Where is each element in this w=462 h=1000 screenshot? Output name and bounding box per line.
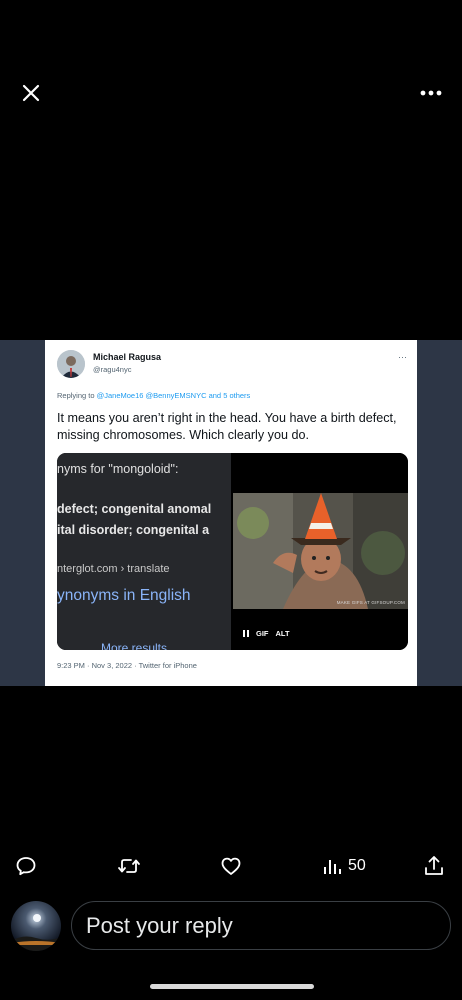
current-user-avatar[interactable] xyxy=(11,901,61,951)
gif-media[interactable]: MAKE GIFS AT GIFSOUP.COM GIF ALT xyxy=(233,453,408,650)
heart-icon xyxy=(221,857,241,875)
search-screenshot-image: nyms for "mongoloid": defect; congenital… xyxy=(57,453,231,650)
reply-input[interactable]: Post your reply xyxy=(71,901,451,950)
more-options-button[interactable] xyxy=(418,80,444,106)
gif-frame-image: MAKE GIFS AT GIFSOUP.COM xyxy=(233,493,408,609)
more-horizontal-icon xyxy=(420,90,442,96)
retweet-icon xyxy=(118,859,140,873)
screenshot-line-1: nyms for "mongoloid": xyxy=(57,462,179,476)
tweet-media-grid: nyms for "mongoloid": defect; congenital… xyxy=(57,453,408,650)
gif-watermark: MAKE GIFS AT GIFSOUP.COM xyxy=(336,600,405,605)
pause-icon[interactable] xyxy=(243,630,249,637)
author-avatar xyxy=(57,350,85,378)
tweet-more-icon: ··· xyxy=(398,352,407,362)
screenshot-line-2: defect; congenital anomal xyxy=(57,502,212,516)
gif-controls: GIF ALT xyxy=(243,629,290,638)
retweet-button[interactable] xyxy=(117,850,141,882)
replying-to-line: Replying to @JaneMoe16 @BennyEMSNYC and … xyxy=(57,391,250,400)
share-button[interactable] xyxy=(423,850,445,882)
close-icon xyxy=(22,84,40,102)
alt-badge[interactable]: ALT xyxy=(276,629,290,638)
reply-composer: Post your reply xyxy=(0,898,462,954)
views-button[interactable]: 50 xyxy=(322,850,366,882)
replying-users: @JaneMoe16 @BennyEMSNYC xyxy=(96,391,207,400)
reply-button[interactable] xyxy=(14,850,38,882)
screenshot-line-6: More results xyxy=(101,641,168,650)
author-name: Michael Ragusa xyxy=(93,352,162,362)
replying-and: and xyxy=(208,391,222,400)
gif-badge: GIF xyxy=(256,629,269,638)
close-button[interactable] xyxy=(18,80,44,106)
media-image[interactable]: Michael Ragusa @ragu4nyc ··· Replying to… xyxy=(0,340,462,686)
share-icon xyxy=(425,856,443,875)
like-button[interactable] xyxy=(219,850,243,882)
reply-icon xyxy=(16,857,36,876)
tweet-timestamp: 9:23 PM · Nov 3, 2022 · Twitter for iPho… xyxy=(57,661,197,670)
author-handle: @ragu4nyc xyxy=(93,365,132,374)
tweet-text: It means you aren’t right in the head. Y… xyxy=(57,411,397,442)
tweet-card: Michael Ragusa @ragu4nyc ··· Replying to… xyxy=(45,340,417,686)
screenshot-line-4: nterglot.com › translate xyxy=(57,563,170,575)
views-icon xyxy=(324,860,341,874)
screenshot-line-3: ital disorder; congenital a xyxy=(57,523,210,537)
home-indicator xyxy=(150,984,314,989)
views-count: 50 xyxy=(348,857,366,874)
action-bar: 50 xyxy=(0,850,462,882)
screenshot-line-5: ynonyms in English xyxy=(57,587,191,604)
replying-prefix: Replying to xyxy=(57,391,95,400)
media-viewer-topbar xyxy=(0,0,462,140)
replying-others: 5 others xyxy=(223,391,251,400)
